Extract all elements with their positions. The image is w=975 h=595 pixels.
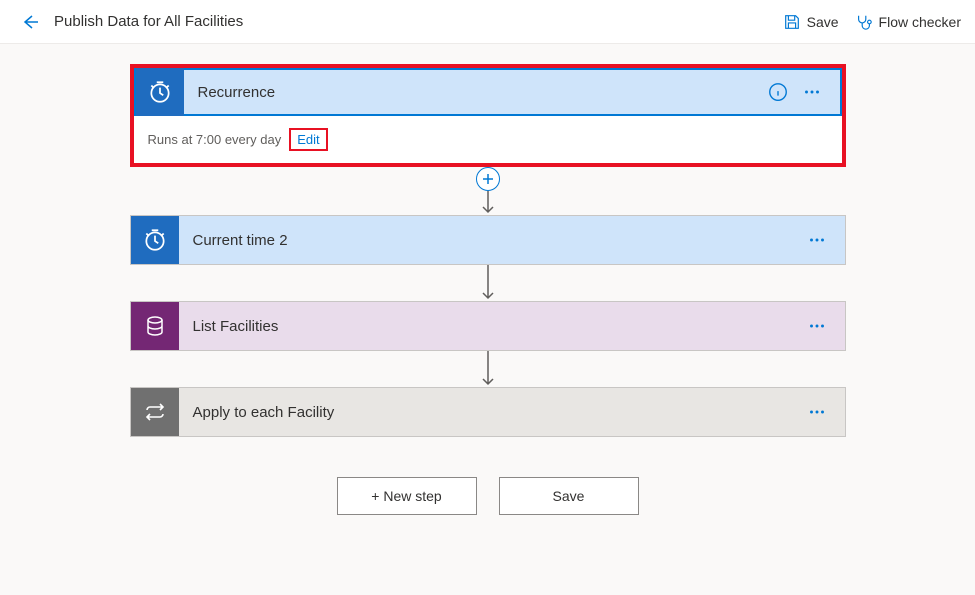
schedule-icon [131, 216, 179, 264]
save-top-button[interactable]: Save [783, 13, 839, 31]
more-button[interactable] [803, 312, 831, 340]
add-step-button[interactable] [476, 167, 500, 191]
ellipsis-icon [806, 401, 828, 423]
info-button[interactable] [764, 78, 792, 106]
more-button[interactable] [803, 398, 831, 426]
connector [480, 265, 496, 301]
more-button[interactable] [803, 226, 831, 254]
step-recurrence[interactable]: Recurrence Runs at 7:00 every day Edit [130, 64, 846, 167]
ellipsis-icon [806, 315, 828, 337]
step-current-time-title: Current time 2 [179, 232, 803, 249]
step-apply-each-header[interactable]: Apply to each Facility [131, 388, 845, 436]
step-apply-each-title: Apply to each Facility [179, 404, 803, 421]
save-bottom-button[interactable]: Save [499, 477, 639, 515]
step-list-facilities-header[interactable]: List Facilities [131, 302, 845, 350]
back-button[interactable] [14, 6, 46, 38]
ellipsis-icon [806, 229, 828, 251]
arrow-left-icon [20, 12, 40, 32]
bottom-actions: + New step Save [337, 477, 639, 515]
connector [480, 351, 496, 387]
connector-plus [476, 167, 500, 215]
flow-checker-label: Flow checker [879, 14, 961, 30]
top-bar: Publish Data for All Facilities Save Flo… [0, 0, 975, 44]
recurrence-description: Runs at 7:00 every day [148, 132, 282, 147]
page-title: Publish Data for All Facilities [54, 13, 243, 30]
step-current-time[interactable]: Current time 2 [130, 215, 846, 265]
info-icon [767, 81, 789, 103]
flow-column: Recurrence Runs at 7:00 every day Edit [130, 64, 846, 515]
more-button[interactable] [798, 78, 826, 106]
arrow-down-icon [480, 351, 496, 387]
arrow-down-icon [480, 265, 496, 301]
step-apply-each[interactable]: Apply to each Facility [130, 387, 846, 437]
step-list-facilities[interactable]: List Facilities [130, 301, 846, 351]
step-recurrence-body: Runs at 7:00 every day Edit [134, 116, 842, 163]
loop-icon [131, 388, 179, 436]
save-icon [783, 13, 801, 31]
arrow-down-icon [480, 191, 496, 215]
edit-link[interactable]: Edit [289, 128, 327, 151]
flow-checker-button[interactable]: Flow checker [855, 13, 961, 31]
top-actions: Save Flow checker [783, 13, 961, 31]
database-icon [131, 302, 179, 350]
flow-canvas: Recurrence Runs at 7:00 every day Edit [0, 44, 975, 515]
ellipsis-icon [801, 81, 823, 103]
stethoscope-icon [855, 13, 873, 31]
step-list-facilities-title: List Facilities [179, 318, 803, 335]
plus-icon [481, 172, 495, 186]
save-top-label: Save [807, 14, 839, 30]
step-recurrence-header[interactable]: Recurrence [134, 68, 842, 116]
step-recurrence-title: Recurrence [184, 84, 764, 101]
new-step-button[interactable]: + New step [337, 477, 477, 515]
step-current-time-header[interactable]: Current time 2 [131, 216, 845, 264]
schedule-icon [136, 68, 184, 116]
